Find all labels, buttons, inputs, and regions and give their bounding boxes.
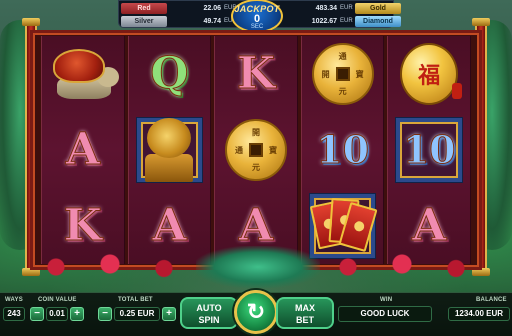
- pillar-cap: [22, 18, 40, 26]
- letter-a-symbol: A: [238, 200, 274, 251]
- max-bet-button[interactable]: MAX BET: [276, 297, 334, 329]
- total-bet-decrease-button[interactable]: −: [98, 307, 112, 321]
- reel-4: 通 元 開 寶 10: [300, 36, 385, 264]
- total-bet-field: 0.25 EUR: [114, 307, 160, 321]
- coin-value-decrease-button[interactable]: −: [30, 307, 44, 321]
- win-message: GOOD LUCK: [338, 306, 432, 322]
- number-10-symbol: 10: [402, 127, 456, 172]
- reel-cell: [42, 36, 124, 112]
- ways-value: 243: [3, 307, 25, 321]
- jackpot-diamond-value: 1022.67: [311, 18, 337, 25]
- reel-cell: Q: [129, 36, 211, 112]
- jackpot-silver-label: Silver: [121, 16, 167, 27]
- jackpot-countdown: 0: [253, 13, 261, 25]
- reel-grid: A K Q A K 開 元 通 寶 A 通 元 開 寶 10 福 10 A: [41, 36, 471, 264]
- spin-button[interactable]: ↻: [234, 290, 278, 334]
- ways-label: WAYS: [5, 297, 23, 303]
- autospin-label-line1: AUTO: [196, 303, 222, 313]
- letter-q-symbol: Q: [150, 48, 189, 99]
- balance-label: BALANCE: [476, 297, 507, 303]
- coin-value-increase-button[interactable]: +: [70, 307, 84, 321]
- coin-icon: 通 元 開 寶: [311, 43, 374, 105]
- reel-cell: 福: [388, 36, 470, 112]
- max-bet-label-line2: BET: [296, 315, 314, 325]
- pillar-cap: [472, 18, 490, 26]
- turtle-icon: [47, 45, 119, 103]
- reel-cell: 通 元 開 寶: [302, 36, 384, 112]
- balance-value: 1234.00 EUR: [448, 307, 510, 321]
- letter-k-symbol: K: [236, 48, 276, 99]
- autospin-button[interactable]: AUTO SPIN: [180, 297, 238, 329]
- reel-cell: 10: [302, 112, 384, 188]
- flower-decoration: [20, 252, 200, 282]
- reel-cell: 10: [388, 112, 470, 188]
- jackpot-gold-label: Gold: [355, 3, 401, 14]
- spin-arrow-icon: ↻: [246, 299, 266, 324]
- autospin-label-line2: SPIN: [198, 315, 220, 325]
- total-bet-label: TOTAL BET: [118, 297, 153, 303]
- letter-a-symbol: A: [412, 200, 447, 251]
- letter-k-symbol: K: [63, 200, 102, 251]
- reel-3: K 開 元 通 寶 A: [214, 36, 298, 264]
- reel-2: Q A: [127, 36, 212, 264]
- reel-cell: A: [42, 112, 124, 188]
- red-envelopes-icon: [309, 197, 378, 255]
- reel-cell: K: [215, 36, 297, 112]
- win-label: WIN: [380, 297, 393, 303]
- lion-icon: [141, 118, 197, 182]
- letter-a-symbol: A: [152, 200, 187, 251]
- reel-1: A K: [41, 36, 125, 264]
- letter-a-symbol: A: [65, 124, 100, 175]
- jackpot-diamond-currency: EUR: [340, 18, 353, 24]
- total-bet-increase-button[interactable]: +: [162, 307, 176, 321]
- jackpot-silver-value: 49.74: [203, 18, 221, 25]
- number-10-symbol: 10: [316, 127, 370, 172]
- reel-cell: [129, 112, 211, 188]
- dragon-icon: [196, 246, 320, 288]
- reel-cell: 開 元 通 寶: [215, 112, 297, 188]
- jackpot-red-value: 22.06: [203, 5, 221, 12]
- max-bet-label-line1: MAX: [295, 303, 315, 313]
- lantern-icon: 福: [400, 43, 463, 105]
- jackpot-diamond-label: Diamond: [355, 16, 401, 27]
- coin-icon: 開 元 通 寶: [224, 119, 287, 181]
- reel-5: 福 10 A: [387, 36, 471, 264]
- flower-decoration: [312, 252, 492, 282]
- jackpot-timer: JACKPOT 0 SEC: [231, 0, 283, 33]
- coin-value-field: 0.01: [46, 307, 68, 321]
- jackpot-red-label: Red: [121, 3, 167, 14]
- jackpot-gold-currency: EUR: [340, 5, 353, 11]
- jackpot-panel: Red 22.06 EUR Silver 49.74 EUR JACKPOT 0…: [118, 0, 401, 33]
- jackpot-gold-value: 483.34: [315, 5, 337, 12]
- coin-value-label: COIN VALUE: [38, 297, 77, 303]
- reel-frame: A K Q A K 開 元 通 寶 A 通 元 開 寶 10 福 10 A: [30, 30, 482, 270]
